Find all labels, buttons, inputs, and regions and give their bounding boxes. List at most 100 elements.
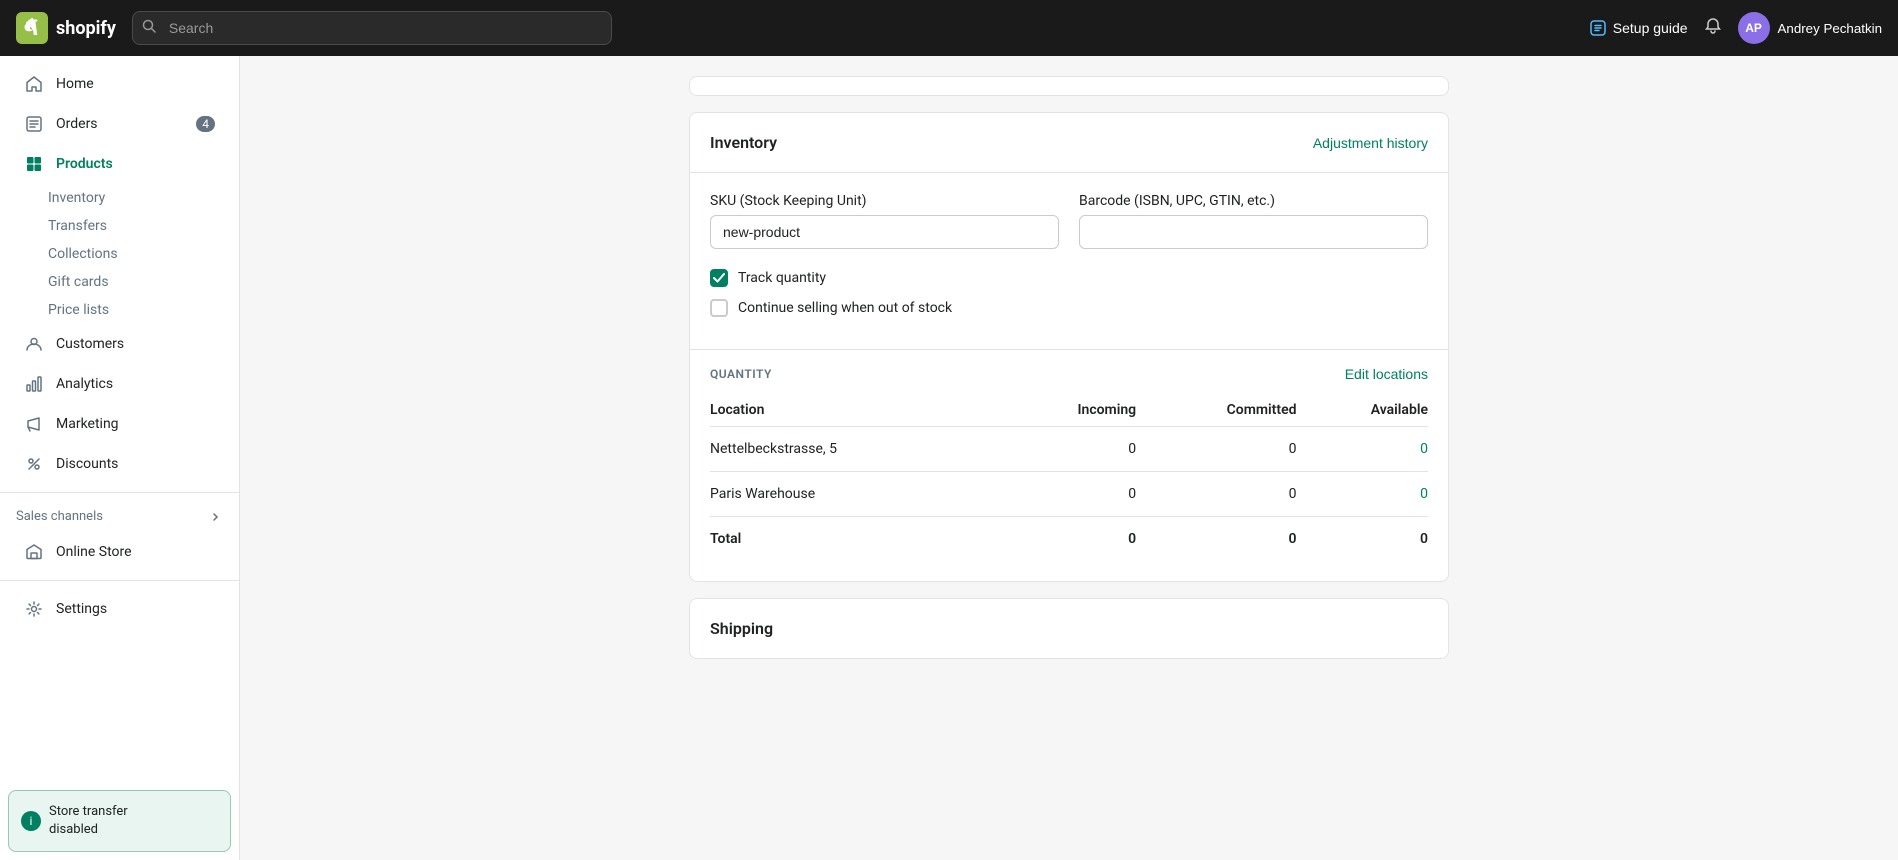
sku-input[interactable] <box>710 215 1059 249</box>
inventory-table: Location Incoming Committed Available Ne… <box>710 394 1428 561</box>
continue-selling-row[interactable]: Continue selling when out of stock <box>710 299 1428 317</box>
sidebar-item-products[interactable]: Products <box>8 144 231 184</box>
incoming-cell-0: 0 <box>1001 427 1136 472</box>
top-bar-right: Setup guide AP Andrey Pechatkin <box>1589 12 1882 44</box>
col-incoming: Incoming <box>1001 394 1136 427</box>
app-layout: shopify Setup guide AP Andrey Pechatkin <box>0 0 1898 860</box>
committed-cell-1: 0 <box>1136 472 1296 517</box>
sidebar-item-analytics[interactable]: Analytics <box>8 364 231 404</box>
continue-selling-checkbox[interactable] <box>710 299 728 317</box>
sidebar-item-online-store-label: Online Store <box>56 544 132 560</box>
table-row: Paris Warehouse 0 0 0 <box>710 472 1428 517</box>
track-quantity-label: Track quantity <box>738 270 826 286</box>
search-icon <box>142 19 156 37</box>
shipping-card: Shipping <box>689 598 1449 659</box>
edit-locations-button[interactable]: Edit locations <box>1345 366 1428 382</box>
sidebar-item-settings-label: Settings <box>56 601 107 617</box>
top-bar: shopify Setup guide AP Andrey Pechatkin <box>0 0 1898 56</box>
online-store-icon <box>24 542 44 562</box>
store-transfer-icon: i <box>21 811 41 831</box>
main-area: Home Orders 4 Products <box>0 56 1898 860</box>
col-available: Available <box>1296 394 1428 427</box>
inventory-card-body: SKU (Stock Keeping Unit) Barcode (ISBN, … <box>690 173 1448 349</box>
inventory-table-wrap: Location Incoming Committed Available Ne… <box>690 394 1448 581</box>
sidebar-item-transfers[interactable]: Transfers <box>0 212 239 240</box>
setup-guide-button[interactable]: Setup guide <box>1589 19 1688 37</box>
sidebar-item-marketing[interactable]: Marketing <box>8 404 231 444</box>
total-row: Total 0 0 0 <box>710 517 1428 562</box>
logo-text: shopify <box>56 18 116 39</box>
sidebar-item-gift-cards[interactable]: Gift cards <box>0 268 239 296</box>
main-content: Inventory Adjustment history SKU (Stock … <box>240 56 1898 860</box>
products-submenu: Inventory Transfers Collections Gift car… <box>0 184 239 324</box>
sidebar-item-inventory[interactable]: Inventory <box>0 184 239 212</box>
avatar: AP <box>1738 12 1770 44</box>
table-header-row: Location Incoming Committed Available <box>710 394 1428 427</box>
sidebar-item-customers-label: Customers <box>56 336 124 352</box>
sidebar-item-products-label: Products <box>56 156 113 172</box>
sku-group: SKU (Stock Keeping Unit) <box>710 193 1059 249</box>
incoming-cell-1: 0 <box>1001 472 1136 517</box>
sidebar-item-home-label: Home <box>56 76 94 92</box>
sidebar-item-price-lists[interactable]: Price lists <box>0 296 239 324</box>
table-row: Nettelbeckstrasse, 5 0 0 0 <box>710 427 1428 472</box>
sidebar-item-settings[interactable]: Settings <box>8 589 231 629</box>
nav-divider <box>0 492 239 493</box>
total-committed: 0 <box>1136 517 1296 562</box>
search-bar <box>132 11 612 45</box>
setup-guide-label: Setup guide <box>1613 20 1688 36</box>
sidebar-item-orders[interactable]: Orders 4 <box>8 104 231 144</box>
sales-channels-label: Sales channels <box>16 509 103 524</box>
settings-icon <box>24 599 44 619</box>
store-transfer-banner: i Store transferdisabled <box>8 790 231 852</box>
sidebar-item-online-store[interactable]: Online Store <box>8 532 231 572</box>
inventory-card-title: Inventory <box>710 133 777 152</box>
logo[interactable]: shopify <box>16 12 116 44</box>
store-transfer-text: Store transferdisabled <box>49 803 128 839</box>
analytics-icon <box>24 374 44 394</box>
col-location: Location <box>710 394 1001 427</box>
barcode-label: Barcode (ISBN, UPC, GTIN, etc.) <box>1079 193 1428 209</box>
content-inner: Inventory Adjustment history SKU (Stock … <box>669 56 1469 695</box>
shipping-card-title: Shipping <box>710 619 773 638</box>
sidebar-item-collections[interactable]: Collections <box>0 240 239 268</box>
discounts-icon <box>24 454 44 474</box>
search-input[interactable] <box>132 11 612 45</box>
total-available: 0 <box>1296 517 1428 562</box>
committed-cell-0: 0 <box>1136 427 1296 472</box>
sidebar-item-discounts-label: Discounts <box>56 456 118 472</box>
nav-divider-2 <box>0 580 239 581</box>
sku-label: SKU (Stock Keeping Unit) <box>710 193 1059 209</box>
inventory-table-body: Nettelbeckstrasse, 5 0 0 0 Paris Warehou… <box>710 427 1428 562</box>
sidebar: Home Orders 4 Products <box>0 56 240 860</box>
continue-selling-label: Continue selling when out of stock <box>738 300 952 316</box>
notification-button[interactable] <box>1704 17 1722 40</box>
barcode-group: Barcode (ISBN, UPC, GTIN, etc.) <box>1079 193 1428 249</box>
quantity-label: QUANTITY <box>710 367 772 381</box>
sidebar-item-analytics-label: Analytics <box>56 376 113 392</box>
barcode-input[interactable] <box>1079 215 1428 249</box>
orders-badge: 4 <box>196 116 215 132</box>
sidebar-item-orders-label: Orders <box>56 116 98 132</box>
quantity-section-header: QUANTITY Edit locations <box>690 349 1448 394</box>
sidebar-item-customers[interactable]: Customers <box>8 324 231 364</box>
col-committed: Committed <box>1136 394 1296 427</box>
track-quantity-checkbox[interactable] <box>710 269 728 287</box>
inventory-card: Inventory Adjustment history SKU (Stock … <box>689 112 1449 582</box>
sidebar-item-discounts[interactable]: Discounts <box>8 444 231 484</box>
adjustment-history-button[interactable]: Adjustment history <box>1313 135 1428 151</box>
user-name: Andrey Pechatkin <box>1778 21 1882 36</box>
user-menu-button[interactable]: AP Andrey Pechatkin <box>1738 12 1882 44</box>
home-icon <box>24 74 44 94</box>
available-cell-1[interactable]: 0 <box>1296 472 1428 517</box>
orders-icon <box>24 114 44 134</box>
inventory-card-header: Inventory Adjustment history <box>690 113 1448 173</box>
track-quantity-row[interactable]: Track quantity <box>710 269 1428 287</box>
sales-channels-section: Sales channels <box>0 501 239 532</box>
location-cell-0: Nettelbeckstrasse, 5 <box>710 427 1001 472</box>
sidebar-item-marketing-label: Marketing <box>56 416 119 432</box>
customers-icon <box>24 334 44 354</box>
sidebar-item-home[interactable]: Home <box>8 64 231 104</box>
available-cell-0[interactable]: 0 <box>1296 427 1428 472</box>
location-cell-1: Paris Warehouse <box>710 472 1001 517</box>
